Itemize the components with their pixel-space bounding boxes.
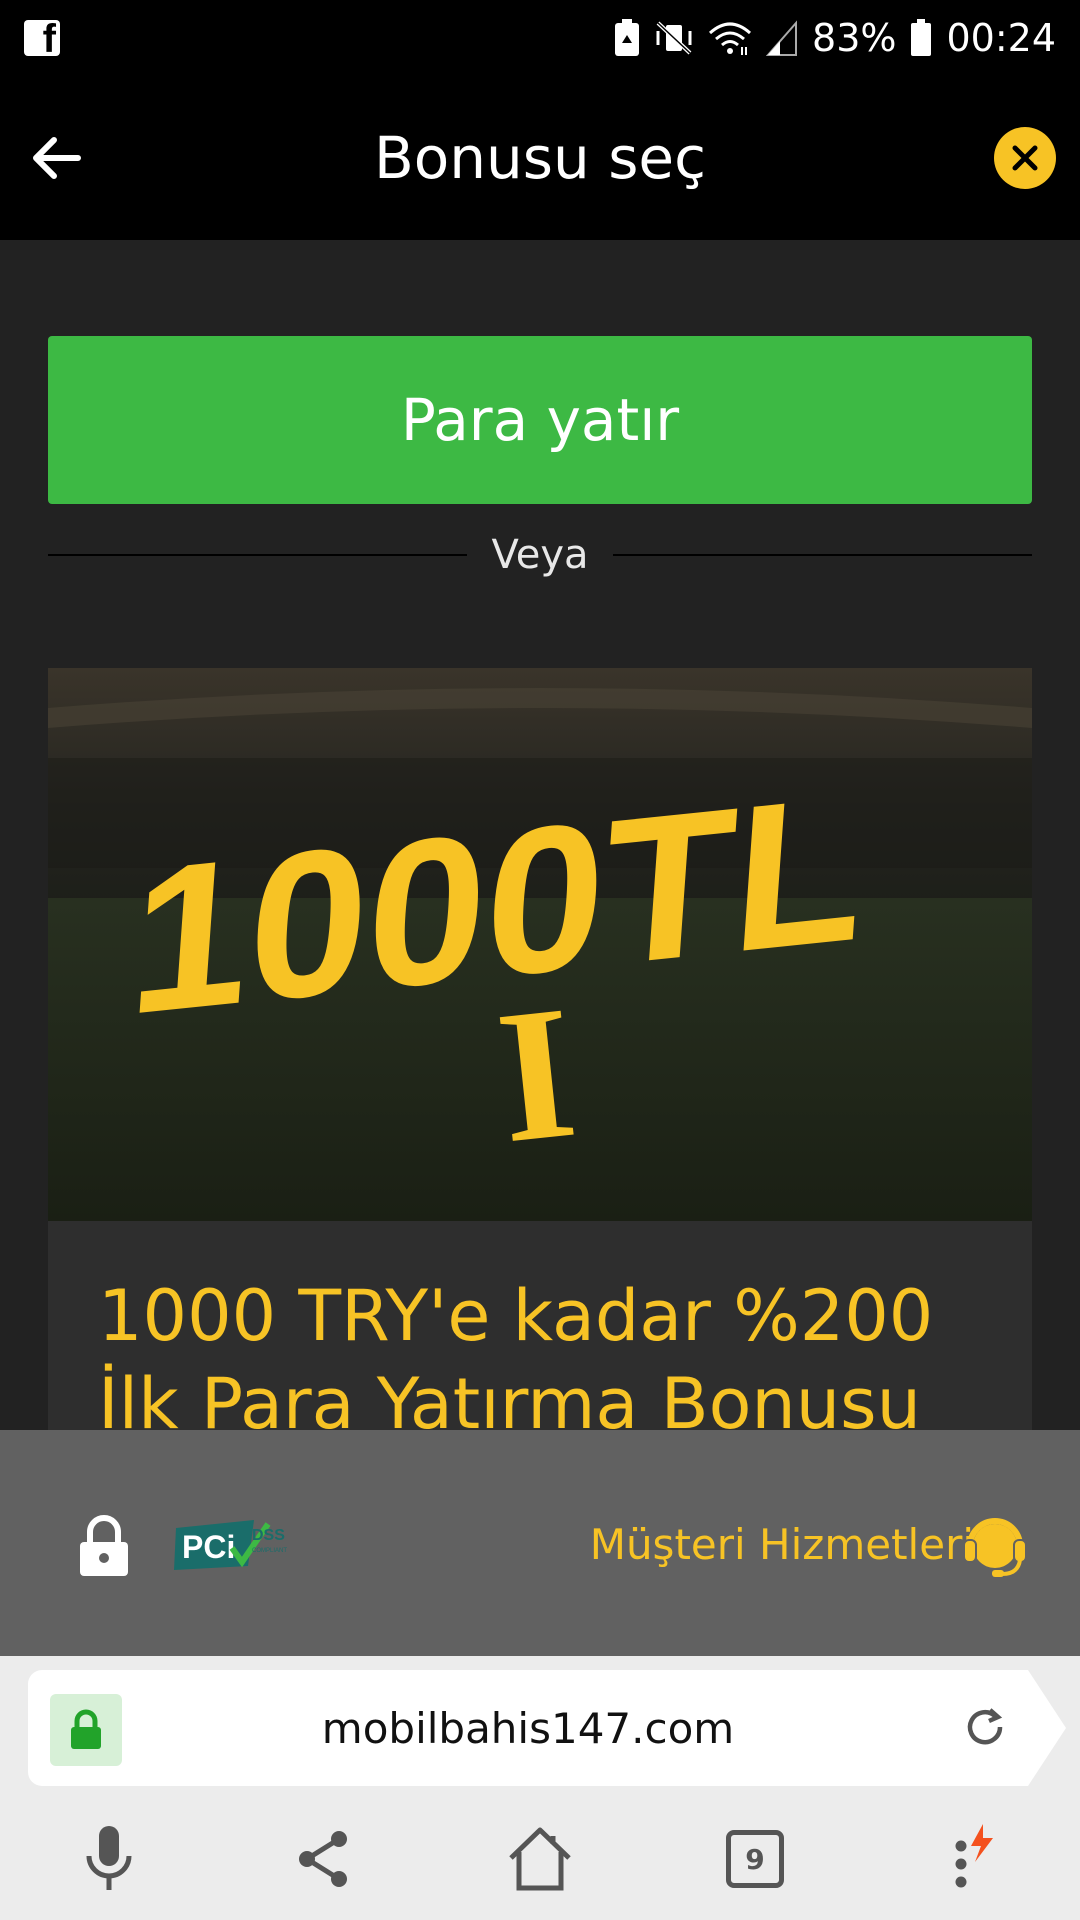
reload-icon[interactable] bbox=[960, 1702, 1010, 1752]
main-content: Para yatır Veya 1000TL I 1000 TRY'e kada… bbox=[0, 240, 1080, 1430]
back-button[interactable] bbox=[28, 130, 84, 186]
bonus-banner-image: 1000TL I bbox=[48, 668, 1032, 1221]
svg-text:PCi: PCi bbox=[182, 1529, 235, 1565]
battery-icon bbox=[910, 19, 932, 57]
more-vert-icon bbox=[955, 1824, 993, 1888]
vibrate-off-icon bbox=[654, 19, 694, 57]
close-icon bbox=[1012, 145, 1038, 171]
tab-count: 9 bbox=[726, 1830, 784, 1888]
browser-toolbar: 9 bbox=[0, 1796, 1080, 1920]
deposit-button[interactable]: Para yatır bbox=[48, 336, 1032, 504]
bonus-title: 1000 TRY'e kadar %200 İlk Para Yatırma B… bbox=[98, 1275, 934, 1430]
site-footer: PCi DSS COMPLIANT Müşteri Hizmetleri bbox=[0, 1430, 1080, 1656]
page-title: Bonusu seç bbox=[374, 124, 706, 192]
status-right: 83% 00:24 bbox=[614, 16, 1056, 60]
address-bar-tip bbox=[1028, 1670, 1066, 1786]
clock: 00:24 bbox=[946, 16, 1056, 60]
status-left: f bbox=[24, 20, 60, 56]
app-header: Bonusu seç bbox=[0, 76, 1080, 240]
bonus-card[interactable]: 1000TL I 1000 TRY'e kadar %200 İlk Para … bbox=[48, 668, 1032, 1430]
customer-service-link[interactable]: Müşteri Hizmetleri bbox=[590, 1520, 974, 1569]
arrow-left-icon bbox=[33, 137, 81, 179]
lock-icon bbox=[78, 1514, 130, 1578]
voice-search-button[interactable] bbox=[64, 1814, 154, 1904]
facebook-icon: f bbox=[24, 20, 60, 56]
menu-button[interactable] bbox=[926, 1814, 1016, 1904]
wifi-icon bbox=[708, 19, 752, 57]
microphone-icon bbox=[86, 1826, 132, 1890]
pci-dss-logo: PCi DSS COMPLIANT bbox=[172, 1516, 302, 1574]
signal-icon bbox=[766, 19, 798, 57]
recycle-icon bbox=[614, 19, 640, 57]
or-divider: Veya bbox=[48, 525, 1032, 585]
url-text: mobilbahis147.com bbox=[321, 1703, 735, 1753]
divider-line bbox=[48, 554, 468, 556]
browser-chrome: mobilbahis147.com 9 bbox=[0, 1656, 1080, 1920]
divider-label: Veya bbox=[491, 532, 589, 578]
status-bar: f 83% 00:24 bbox=[0, 0, 1080, 76]
svg-text:DSS: DSS bbox=[252, 1527, 285, 1544]
close-button[interactable] bbox=[994, 127, 1056, 189]
home-icon bbox=[509, 1827, 571, 1891]
divider-line bbox=[612, 554, 1032, 556]
update-flash-icon bbox=[971, 1824, 993, 1862]
headset-icon[interactable] bbox=[962, 1510, 1028, 1580]
share-button[interactable] bbox=[278, 1814, 368, 1904]
svg-text:COMPLIANT: COMPLIANT bbox=[252, 1548, 287, 1554]
battery-percent: 83% bbox=[812, 16, 897, 60]
address-bar[interactable]: mobilbahis147.com bbox=[28, 1670, 1066, 1786]
share-icon bbox=[299, 1831, 347, 1887]
tabs-button[interactable]: 9 bbox=[710, 1814, 800, 1904]
home-button[interactable] bbox=[495, 1814, 585, 1904]
